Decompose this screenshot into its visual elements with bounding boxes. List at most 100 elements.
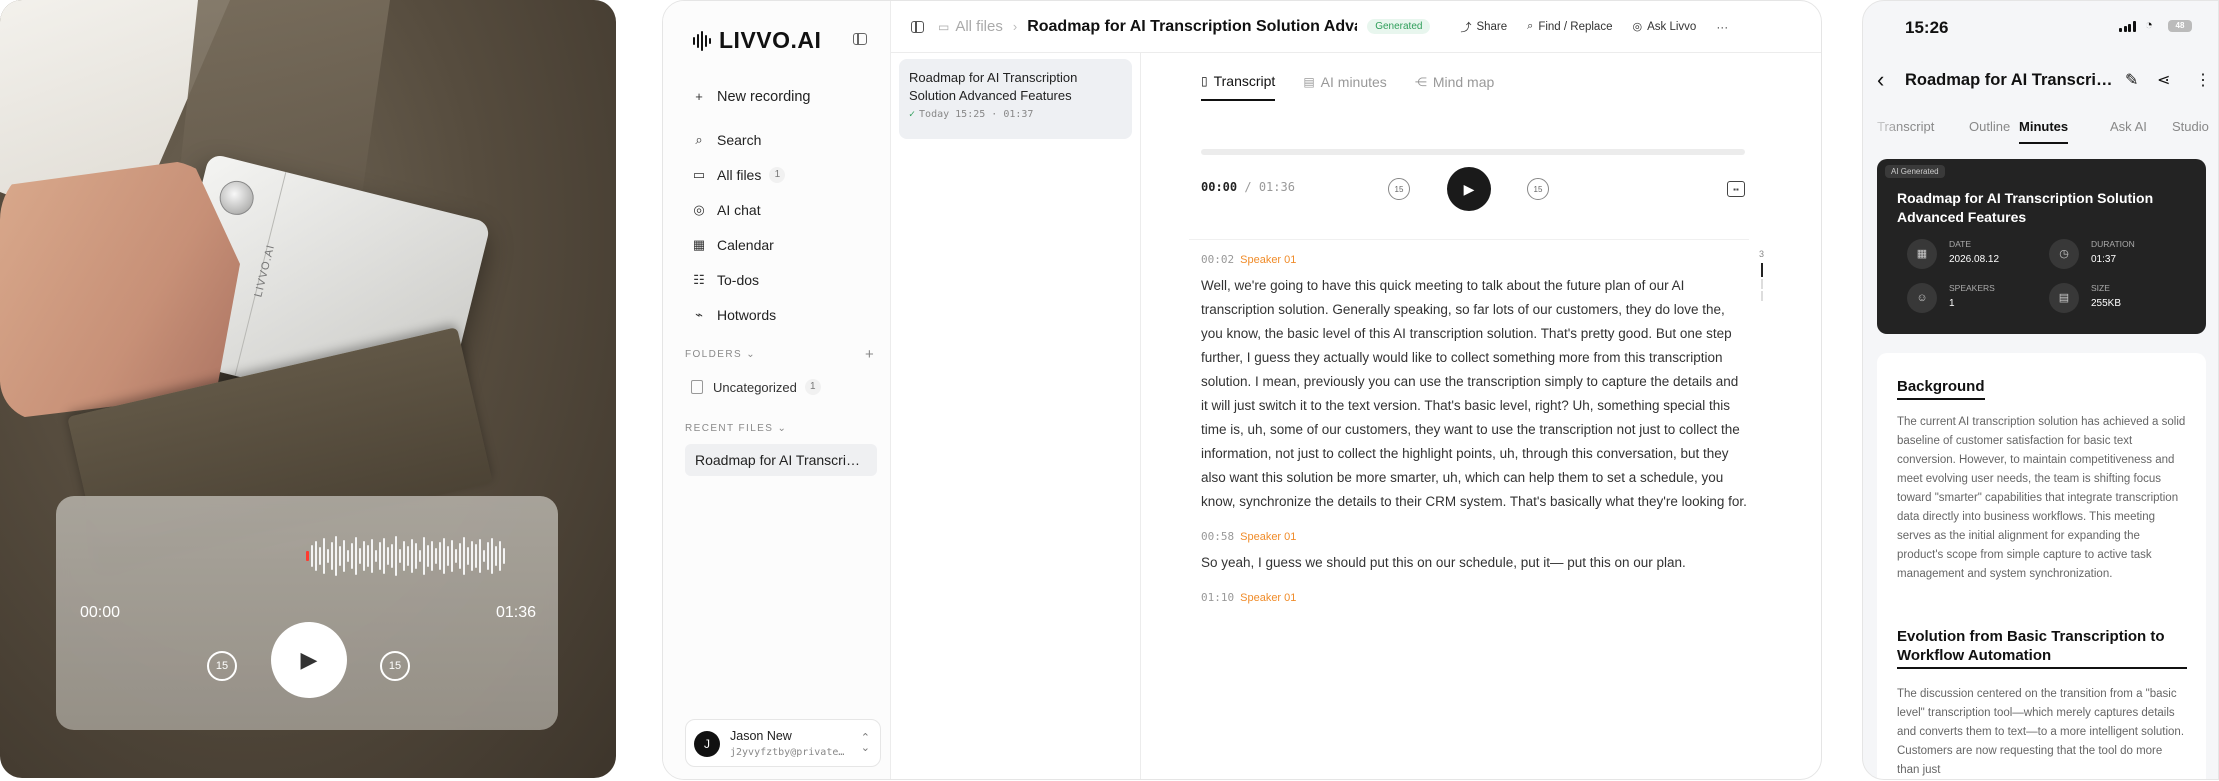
segment-text[interactable]: So yeah, I guess we should put this on o… <box>1201 551 1747 575</box>
player-time-start: 00:00 <box>80 604 121 621</box>
speaker-label[interactable]: Speaker 01 <box>1240 531 1296 543</box>
section-body: The discussion centered on the transitio… <box>1897 688 2185 776</box>
segment-time[interactable]: 00:02 <box>1201 253 1234 266</box>
play-icon[interactable]: ▶ <box>271 622 347 698</box>
sidebar-nav: + New recording ⌕ Search ▭ All files 1 ◎… <box>683 79 879 332</box>
top-bar: ▭ All files › Roadmap for AI Transcripti… <box>891 1 1821 53</box>
transcript-segment[interactable]: 00:58 Speaker 01 So yeah, I guess we shoul… <box>1201 530 1747 575</box>
status-badge: Generated <box>1367 19 1431 34</box>
folders-section-title[interactable]: FOLDERS ⌄ + <box>685 346 874 363</box>
breadcrumb[interactable]: ▭ All files <box>938 18 1003 35</box>
sidebar-item-calendar[interactable]: ▦ Calendar <box>683 227 879 262</box>
waveform-bar <box>451 540 453 572</box>
share-button[interactable]: ⤴ Share <box>1460 19 1507 35</box>
back-icon[interactable]: ‹ <box>1877 67 1884 93</box>
playback-options-icon[interactable]: ▪▪ <box>1727 181 1745 197</box>
transcript-list: 00:02 Speaker 01 Well, we're going to have… <box>1201 253 1747 620</box>
skip-back-15-icon[interactable]: 15 <box>1388 178 1410 200</box>
share-icon[interactable]: ⋖ <box>2157 70 2170 90</box>
ask-livvo-button[interactable]: ◎ Ask Livvo <box>1632 20 1696 34</box>
sidebar-item-label: Calendar <box>717 236 774 253</box>
waveform-bar <box>319 547 321 565</box>
transcript-segment[interactable]: 00:02 Speaker 01 Well, we're going to have… <box>1201 253 1747 514</box>
waveform-bar <box>323 538 325 574</box>
segment-meta: 00:58 Speaker 01 <box>1201 530 1747 543</box>
find-replace-button[interactable]: ⌕ Find / Replace <box>1527 20 1612 33</box>
waveform-bar <box>459 543 461 569</box>
speaker-label[interactable]: Speaker 01 <box>1240 254 1296 266</box>
waveform[interactable] <box>306 534 536 578</box>
toggle-sidebar-icon[interactable] <box>911 20 924 33</box>
tab-mind-map[interactable]: ⋲ Mind map <box>1415 73 1494 101</box>
tab-ask-ai[interactable]: Ask AI <box>2110 119 2147 134</box>
sidebar-item-label: AI chat <box>717 201 761 218</box>
waveform-bar <box>387 547 389 565</box>
file-card-title: Roadmap for AI Transcription Solution Ad… <box>909 70 1078 103</box>
section-heading: Evolution from Basic Transcription to Wo… <box>1897 627 2187 669</box>
segment-time[interactable]: 00:58 <box>1201 530 1234 543</box>
summary-title: Roadmap for AI Transcription Solution Ad… <box>1897 190 2154 225</box>
sidebar-item-all-files[interactable]: ▭ All files 1 <box>683 157 879 192</box>
file-card[interactable]: Roadmap for AI Transcription Solution Ad… <box>899 59 1132 139</box>
segment-meta: 00:02 Speaker 01 <box>1201 253 1747 266</box>
waveform-bar <box>339 546 341 566</box>
field-value: 1 <box>1949 298 1955 309</box>
main-content: ▯ Transcript ▤ AI minutes ⋲ Mind map 00:00 … <box>1141 53 1821 779</box>
desktop-app-window: LIVVO.AI + New recording ⌕ Search ▭ All … <box>662 0 1822 780</box>
more-vertical-icon[interactable]: ⋮ <box>2195 70 2211 90</box>
waveform-bar <box>479 539 481 573</box>
segment-text[interactable]: Well, we're going to have this quick mee… <box>1201 274 1747 514</box>
tab-transcript[interactable]: ▯ Transcript <box>1201 73 1276 101</box>
speakers-icon: ☺ <box>1907 283 1937 313</box>
skip-back-15-icon[interactable]: 15 <box>207 651 237 681</box>
minimap-marker <box>1761 291 1763 301</box>
more-options-icon[interactable]: ··· <box>1716 20 1728 34</box>
tab-studio[interactable]: Studio <box>2172 119 2209 134</box>
segment-time[interactable]: 01:10 <box>1201 591 1234 604</box>
user-account[interactable]: J Jason New j2yvyfztby@privaterelay.appl… <box>685 719 881 767</box>
field-value: 2026.08.12 <box>1949 254 2000 265</box>
device-brand-text: LIVVO.AI <box>252 243 278 299</box>
recent-title-text: RECENT FILES <box>685 423 774 434</box>
sidebar-item-todos[interactable]: ☷ To-dos <box>683 262 879 297</box>
waveform-bar <box>439 542 441 570</box>
new-recording-label: New recording <box>717 88 811 105</box>
minimap-marker <box>1761 279 1763 289</box>
sidebar-item-label: To-dos <box>717 271 760 288</box>
speakers-field: ☺ SPEAKERS 1 <box>1907 283 1995 313</box>
tab-outline[interactable]: Outline <box>1969 119 2010 134</box>
folder-item-uncategorized[interactable]: Uncategorized 1 <box>691 379 821 395</box>
mobile-title: Roadmap for AI Transcription Solution Ad… <box>1905 71 2117 89</box>
skip-forward-15-icon[interactable]: 15 <box>1527 178 1549 200</box>
waveform-bar <box>395 536 397 576</box>
status-bar: 15:26 ◔ 48 <box>1863 1 2218 45</box>
waveform-bar <box>351 543 353 569</box>
waveform-bar <box>491 538 493 574</box>
sidebar-item-hotwords[interactable]: ⌁ Hotwords <box>683 297 879 332</box>
waveform-bar <box>359 548 361 564</box>
duration-field: ◷ DURATION 01:37 <box>2049 239 2135 269</box>
current-time: 00:00 <box>1201 180 1238 194</box>
play-button[interactable]: ▶ <box>1447 167 1491 211</box>
waveform-bar <box>487 542 489 570</box>
edit-icon[interactable]: ✎ <box>2125 70 2138 90</box>
new-recording-button[interactable]: + New recording <box>683 79 879 114</box>
skip-forward-15-icon[interactable]: 15 <box>380 651 410 681</box>
tab-ai-minutes[interactable]: ▤ AI minutes <box>1303 73 1386 101</box>
add-folder-icon[interactable]: + <box>865 346 874 363</box>
tab-minutes[interactable]: Minutes <box>2019 119 2069 144</box>
waveform-bar <box>419 550 421 562</box>
transcript-minimap[interactable]: 3 <box>1759 249 1769 301</box>
transcript-segment[interactable]: 01:10 Speaker 01 <box>1201 591 1747 604</box>
sidebar-item-label: All files <box>717 166 762 183</box>
sidebar-item-search[interactable]: ⌕ Search <box>683 122 879 157</box>
minutes-icon: ▤ <box>1303 75 1315 89</box>
speaker-label[interactable]: Speaker 01 <box>1240 592 1296 604</box>
recent-file-item[interactable]: Roadmap for AI Transcription Solution Ad… <box>685 444 877 476</box>
recent-files-section-title[interactable]: RECENT FILES ⌄ <box>685 423 787 434</box>
minimap-count: 3 <box>1759 249 1765 259</box>
collapse-sidebar-icon[interactable] <box>853 33 867 45</box>
sidebar-item-ai-chat[interactable]: ◎ AI chat <box>683 192 879 227</box>
file-icon <box>691 380 703 394</box>
playback-progress-bar[interactable] <box>1201 149 1745 155</box>
